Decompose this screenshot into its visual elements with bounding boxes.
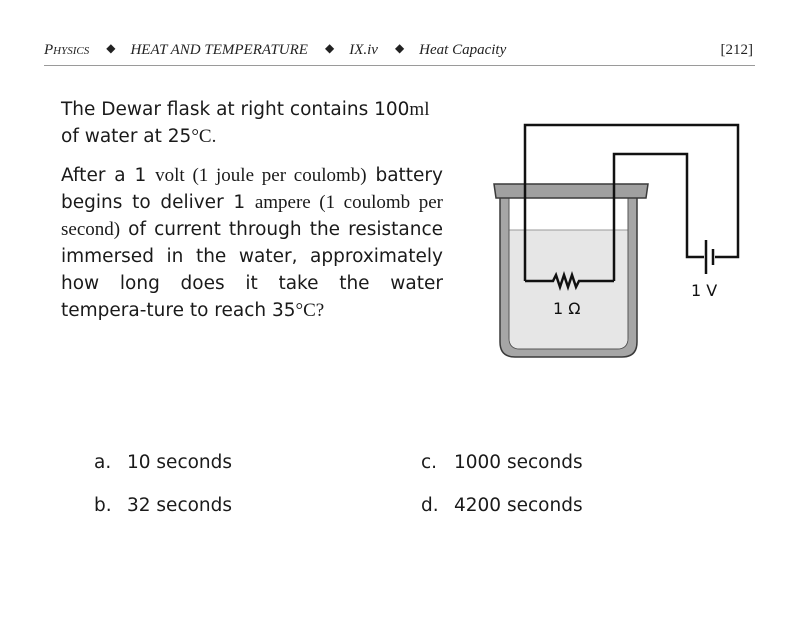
running-header: Physics ◆ HEAT AND TEMPERATURE ◆ IX.iv ◆ Heat … xyxy=(44,41,755,64)
bullet-separator-icon: ◆ xyxy=(106,41,116,55)
bullet-separator-icon: ◆ xyxy=(324,41,335,55)
breadcrumb-section: IX.iv xyxy=(349,42,378,58)
unit-celsius: °C? xyxy=(295,300,325,321)
unit-ml: ml xyxy=(409,99,430,120)
battery-label: 1 V xyxy=(691,281,718,300)
question-paragraph-1: The Dewar flask at right contains 100ml o… xyxy=(61,96,443,150)
answer-choice-c[interactable]: c. 1000 seconds xyxy=(421,452,583,473)
answer-text: 4200 seconds xyxy=(454,495,583,516)
answer-letter: b. xyxy=(94,495,112,516)
answer-choice-b[interactable]: b. 32 seconds xyxy=(94,495,232,516)
page-number: [212] xyxy=(720,42,754,58)
flask-lid xyxy=(493,183,649,199)
answer-letter: a. xyxy=(94,452,112,473)
volt-definition: volt (1 joule per coulomb) xyxy=(155,165,367,186)
unit-celsius: °C. xyxy=(191,126,217,147)
answer-letter: d. xyxy=(421,495,439,516)
dewar-flask-circuit-diagram: 1 Ω 1 V xyxy=(480,110,760,370)
answer-choice-d[interactable]: d. 4200 seconds xyxy=(421,495,583,516)
question-text: The Dewar flask at right contains 100ml o… xyxy=(61,96,443,336)
answer-choice-a[interactable]: a. 10 seconds xyxy=(94,452,232,473)
answer-text: 1000 seconds xyxy=(454,452,583,473)
question-text-segment: of water at 25 xyxy=(61,126,192,147)
breadcrumb-topic: Heat Capacity xyxy=(419,42,507,58)
question-paragraph-2: After a 1 volt (1 joule per coulomb) bat… xyxy=(61,162,443,324)
bullet-separator-icon: ◆ xyxy=(394,41,405,55)
resistor-label: 1 Ω xyxy=(553,299,581,318)
circuit-svg xyxy=(493,123,740,358)
breadcrumb-subject: Physics xyxy=(44,42,90,58)
answer-text: 32 seconds xyxy=(127,495,233,516)
breadcrumb: Physics ◆ HEAT AND TEMPERATURE ◆ IX.iv ◆ Heat … xyxy=(44,41,507,59)
question-text-segment: The Dewar flask at right contains 100 xyxy=(61,99,410,120)
header-rule xyxy=(44,65,755,66)
answer-letter: c. xyxy=(421,452,438,473)
question-text-segment: After a 1 xyxy=(61,165,156,186)
answer-text: 10 seconds xyxy=(127,452,233,473)
breadcrumb-chapter: HEAT AND TEMPERATURE xyxy=(130,42,308,58)
